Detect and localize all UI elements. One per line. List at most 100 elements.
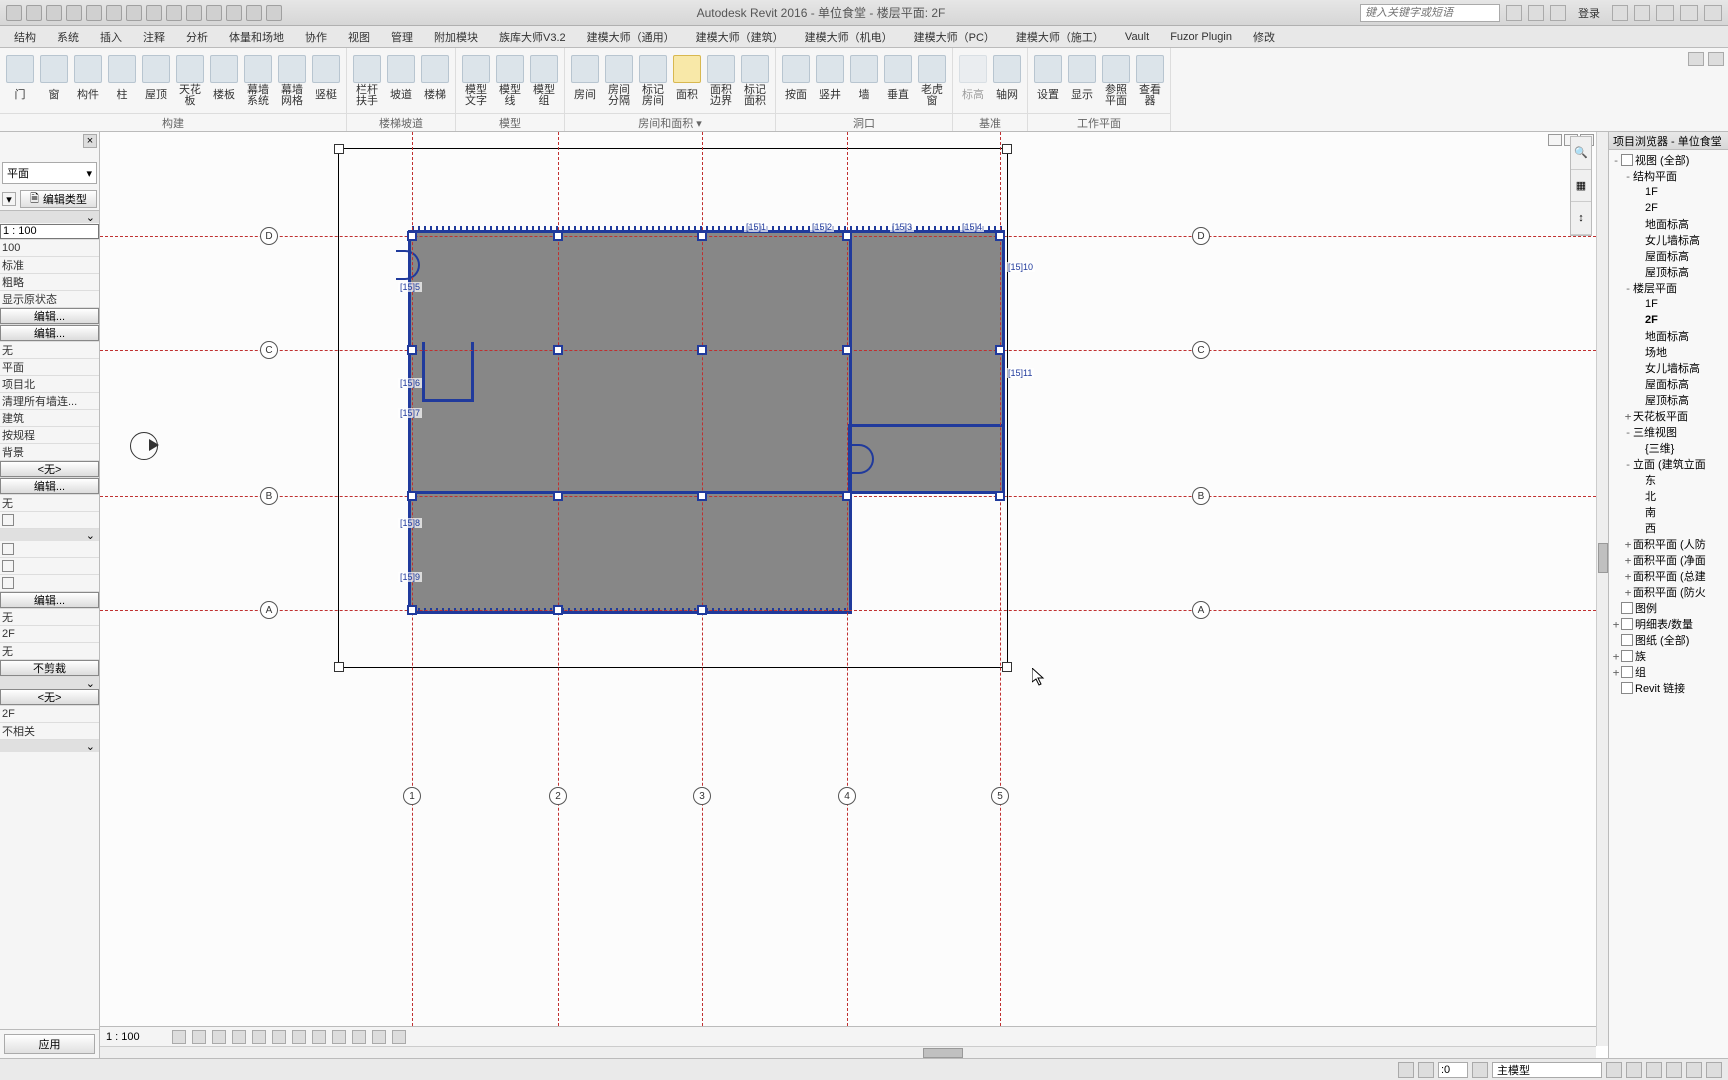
ribbon-button[interactable]: 轴网	[991, 55, 1023, 107]
sun-path-icon[interactable]	[212, 1030, 226, 1044]
tree-node[interactable]: 地面标高	[1611, 328, 1726, 344]
tree-node[interactable]: +天花板平面	[1611, 408, 1726, 424]
view-type-combo[interactable]: 平面 ▾	[2, 162, 97, 184]
ribbon-button[interactable]: 面积	[671, 55, 703, 107]
print-icon[interactable]	[126, 5, 142, 21]
column-symbol[interactable]	[995, 491, 1005, 501]
collapse-icon[interactable]: -	[1623, 282, 1633, 295]
property-edit-button[interactable]: 编辑...	[0, 308, 99, 324]
ribbon-button[interactable]: 标记面积	[739, 55, 771, 107]
tree-node[interactable]: {三维}	[1611, 440, 1726, 456]
ribbon-button[interactable]: 设置	[1032, 55, 1064, 107]
type-dropdown-icon[interactable]: ▾	[2, 192, 16, 206]
column-symbol[interactable]	[407, 491, 417, 501]
constraint-icon[interactable]	[372, 1030, 386, 1044]
tree-node[interactable]: 屋顶标高	[1611, 264, 1726, 280]
close-button[interactable]	[1704, 5, 1722, 21]
ribbon-collapse[interactable]	[1688, 52, 1724, 66]
selection-count[interactable]	[1438, 1062, 1468, 1078]
column-symbol[interactable]	[995, 231, 1005, 241]
tree-node[interactable]: -楼层平面	[1611, 280, 1726, 296]
tree-node[interactable]: +面积平面 (净面	[1611, 552, 1726, 568]
tree-node[interactable]: 东	[1611, 472, 1726, 488]
sb-icon-2[interactable]	[1626, 1062, 1642, 1078]
ribbon-button[interactable]: 参照平面	[1100, 55, 1132, 107]
grid-bubble[interactable]: A	[260, 601, 278, 619]
more-icon[interactable]	[206, 5, 222, 21]
property-row[interactable]	[0, 575, 99, 592]
checkbox[interactable]	[2, 577, 14, 589]
column-symbol[interactable]	[842, 491, 852, 501]
measure-icon[interactable]	[146, 5, 162, 21]
tree-node[interactable]: 场地	[1611, 344, 1726, 360]
temp-hide-icon[interactable]	[312, 1030, 326, 1044]
filter-icon[interactable]	[1472, 1062, 1488, 1078]
tree-node[interactable]: 南	[1611, 504, 1726, 520]
panel-close-icon[interactable]: ×	[83, 134, 97, 148]
property-edit-button[interactable]: 编辑...	[0, 478, 99, 494]
ribbon-button[interactable]: 标记房间	[637, 55, 669, 107]
nav-zoom-icon[interactable]: 🔍	[1571, 137, 1591, 170]
tree-node[interactable]: -立面 (建筑立面	[1611, 456, 1726, 472]
switch-icon[interactable]	[266, 5, 282, 21]
ribbon-tab[interactable]: 分析	[176, 26, 219, 47]
crop-handle[interactable]	[334, 144, 344, 154]
column-symbol[interactable]	[842, 345, 852, 355]
column-symbol[interactable]	[407, 605, 417, 615]
tree-node[interactable]: +组	[1611, 664, 1726, 680]
analytic-icon[interactable]	[352, 1030, 366, 1044]
ribbon-button[interactable]: 垂直	[882, 55, 914, 107]
property-row[interactable]: 100	[0, 240, 99, 257]
ribbon-button[interactable]: 模型文字	[460, 55, 492, 107]
ribbon-button[interactable]: 墙	[848, 55, 880, 107]
collapse-icon[interactable]: -	[1623, 170, 1633, 183]
ribbon-button[interactable]: 竖梃	[310, 55, 342, 107]
property-row[interactable]: 显示原状态	[0, 291, 99, 308]
star-icon[interactable]	[1528, 5, 1544, 21]
lock-icon[interactable]	[292, 1030, 306, 1044]
reveal-icon[interactable]	[332, 1030, 346, 1044]
wall-tag[interactable]: [15]3	[890, 222, 914, 232]
expand-icon[interactable]: +	[1611, 666, 1621, 679]
wall-tag[interactable]: [15]2	[810, 222, 834, 232]
detail-level-icon[interactable]	[172, 1030, 186, 1044]
ribbon-button[interactable]: 屋顶	[140, 55, 172, 107]
tree-node[interactable]: 女儿墙标高	[1611, 232, 1726, 248]
scale-input[interactable]	[0, 224, 99, 239]
tree-node[interactable]: +明细表/数量	[1611, 616, 1726, 632]
collapse-ribbon-icon[interactable]	[1688, 52, 1704, 66]
ribbon-button[interactable]: 天花板	[174, 55, 206, 107]
ribbon-tab[interactable]: Fuzor Plugin	[1160, 26, 1243, 47]
grid-bubble[interactable]: 2	[549, 787, 567, 805]
ribbon-tab[interactable]: 建模大师（PC）	[904, 26, 1006, 47]
sync-icon[interactable]	[106, 5, 122, 21]
column-symbol[interactable]	[407, 345, 417, 355]
nav-icon[interactable]	[226, 5, 242, 21]
column-symbol[interactable]	[697, 491, 707, 501]
align-icon[interactable]	[166, 5, 182, 21]
column-symbol[interactable]	[995, 345, 1005, 355]
property-row[interactable]	[0, 541, 99, 558]
crop-handle[interactable]	[334, 662, 344, 672]
property-edit-button[interactable]: 编辑...	[0, 592, 99, 608]
tree-node[interactable]: 地面标高	[1611, 216, 1726, 232]
ribbon-button[interactable]: 显示	[1066, 55, 1098, 107]
section-collapse-icon[interactable]: ⌄	[0, 677, 99, 689]
column-symbol[interactable]	[842, 231, 852, 241]
ribbon-button[interactable]: 楼板	[208, 55, 240, 107]
select-icon[interactable]	[1398, 1062, 1414, 1078]
wall-tag[interactable]: [15]6	[398, 378, 422, 388]
ribbon-button[interactable]: 窗	[38, 55, 70, 107]
tree-node[interactable]: 1F	[1611, 296, 1726, 312]
wall-tag[interactable]: [15]7	[398, 408, 422, 418]
collapse-icon[interactable]: -	[1623, 426, 1633, 439]
expand-icon[interactable]: +	[1623, 410, 1633, 423]
grid-bubble[interactable]: D	[1192, 227, 1210, 245]
wall-tag[interactable]: [15]9	[398, 572, 422, 582]
tree-node[interactable]: 2F	[1611, 312, 1726, 328]
column-symbol[interactable]	[407, 231, 417, 241]
crop-visible-icon[interactable]	[272, 1030, 286, 1044]
vertical-scrollbar[interactable]	[1596, 132, 1608, 1046]
checkbox[interactable]	[2, 543, 14, 555]
property-row[interactable]: 背景	[0, 444, 99, 461]
